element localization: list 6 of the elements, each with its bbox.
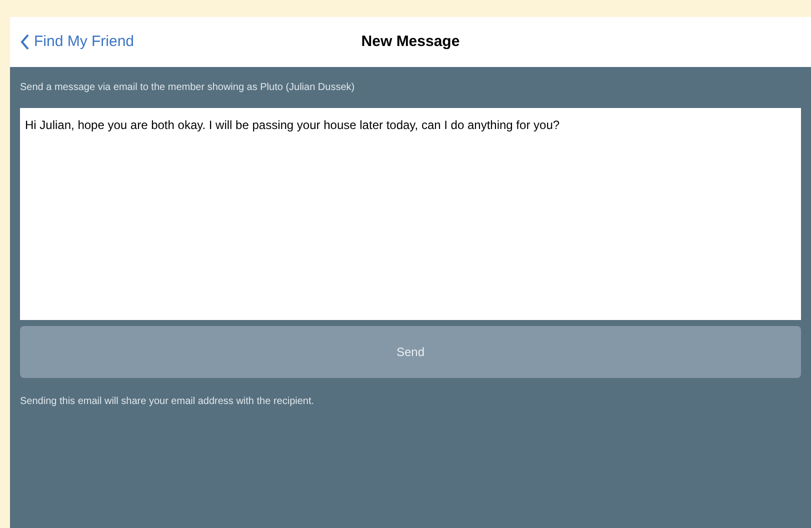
message-field[interactable]: Hi Julian, hope you are both okay. I will be passing your house later today, can I do anything for you? xyxy=(20,108,801,320)
footer-note: Sending this email will share your email address with the recipient. xyxy=(20,395,316,409)
screen-title: New Message xyxy=(361,32,460,52)
back-button[interactable]: Find My Friend xyxy=(20,30,134,54)
chevron-left-icon xyxy=(20,33,30,51)
intro-text: Send a message via email to the member showing as Pluto (Julian Dussek) xyxy=(20,81,356,95)
